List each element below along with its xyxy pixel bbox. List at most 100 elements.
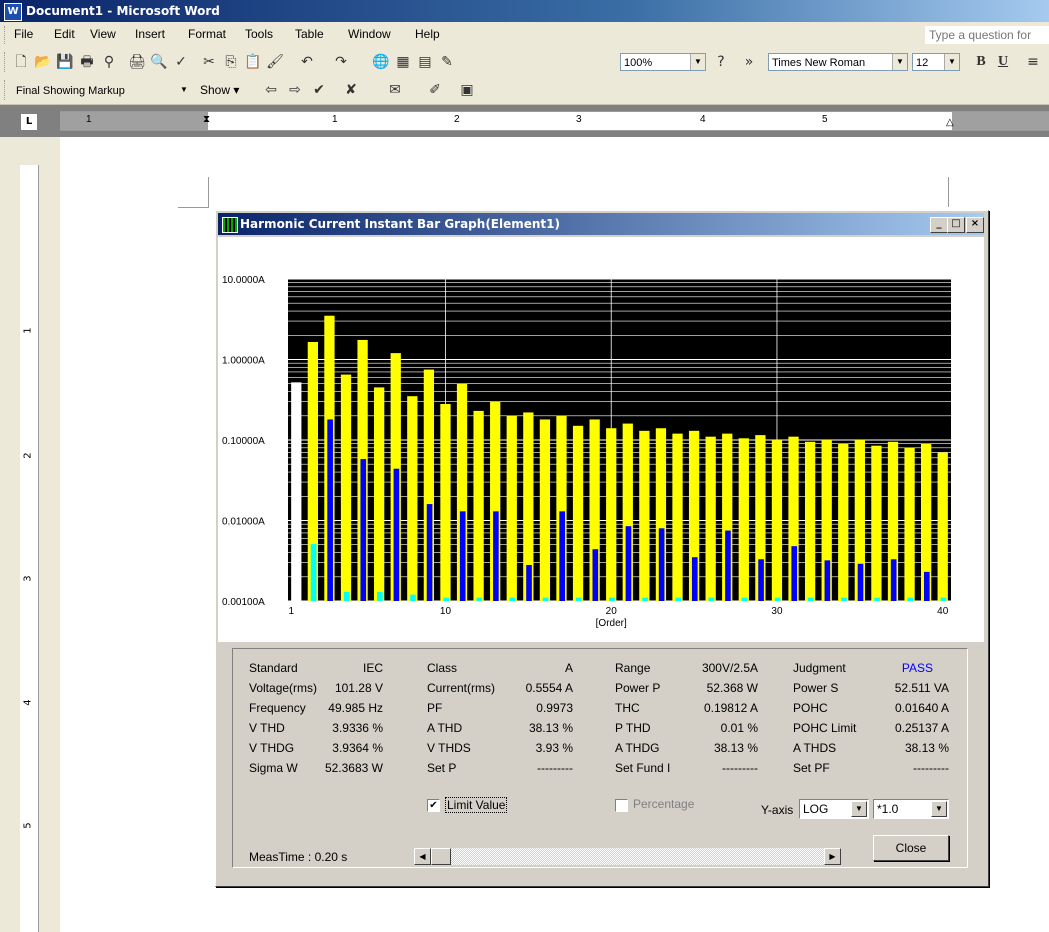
chevron-down-icon[interactable]: ▼	[892, 54, 907, 70]
vruler-number: 5	[22, 822, 34, 829]
save-icon[interactable]: 💾	[56, 53, 74, 71]
open-folder-icon[interactable]: 📂	[34, 53, 52, 71]
print-preview-icon[interactable]: 🔍	[150, 53, 168, 71]
help-icon[interactable]: ?	[712, 53, 730, 71]
limit-value-checkbox[interactable]: ✔	[427, 799, 440, 812]
research-icon[interactable]: ⚲	[100, 53, 118, 71]
format-painter-icon[interactable]: 🖌	[266, 53, 284, 71]
menu-view[interactable]: View	[90, 27, 116, 41]
menu-tools[interactable]: Tools	[245, 27, 273, 41]
horizontal-ruler[interactable]: 1 1 2 3 4 5 ⧗ △	[60, 111, 1049, 131]
percentage-checkbox[interactable]	[615, 799, 628, 812]
toolbar-grip[interactable]	[4, 80, 8, 100]
chevron-down-icon[interactable]: ▼	[944, 54, 959, 70]
menu-grip[interactable]	[4, 26, 8, 44]
bar-measured	[476, 597, 483, 601]
redo-icon[interactable]: ↷	[332, 53, 350, 71]
right-indent-icon[interactable]: △	[946, 117, 954, 128]
close-button[interactable]: Close	[873, 835, 949, 861]
bold-button[interactable]: B	[972, 53, 990, 71]
font-combo[interactable]: Times New Roman ▼	[768, 53, 908, 71]
spelling-icon[interactable]: ✓	[172, 53, 190, 71]
horizontal-scrollbar[interactable]: ◀ ▶	[413, 847, 842, 866]
font-size-combo[interactable]: 12 ▼	[912, 53, 960, 71]
toolbar-grip[interactable]	[4, 52, 8, 72]
bar-measured	[625, 526, 632, 601]
insert-table-icon[interactable]: ▤	[416, 53, 434, 71]
menu-insert[interactable]: Insert	[135, 27, 165, 41]
bar-limit	[440, 404, 451, 601]
reject-change-icon[interactable]: ✘	[342, 81, 360, 99]
chevron-down-icon[interactable]: ▼	[931, 801, 947, 817]
toolbar-options-icon[interactable]: »	[740, 53, 758, 71]
y-axis-label: Y-axis	[761, 803, 794, 817]
info-value: 101.28 V	[334, 681, 383, 695]
y-tick-label: 0.00100A	[222, 597, 265, 608]
menu-file[interactable]: File	[14, 27, 33, 41]
accept-change-icon[interactable]: ✔	[310, 81, 328, 99]
ruler-number: 1	[86, 114, 92, 125]
minimize-button[interactable]: _	[930, 217, 948, 233]
info-value: 300V/2.5A	[701, 661, 758, 675]
cut-icon[interactable]: ✂	[200, 53, 218, 71]
menu-format[interactable]: Format	[188, 27, 226, 41]
maximize-button[interactable]: □	[947, 217, 965, 233]
info-value: 0.01640 A	[894, 701, 949, 715]
bar-limit	[374, 387, 385, 601]
menu-edit[interactable]: Edit	[54, 27, 75, 41]
close-window-button[interactable]: ×	[966, 217, 984, 233]
chevron-down-icon[interactable]: ▼	[851, 801, 867, 817]
track-changes-icon[interactable]: ✐	[426, 81, 444, 99]
menu-help[interactable]: Help	[415, 27, 440, 41]
markup-view-value: Final Showing Markup	[16, 85, 125, 97]
scroll-right-icon[interactable]: ▶	[824, 848, 841, 865]
drawing-icon[interactable]: ✎	[438, 53, 456, 71]
help-question-box[interactable]: Type a question for	[925, 26, 1049, 44]
next-change-icon[interactable]: ⇨	[286, 81, 304, 99]
paste-icon[interactable]: 📋	[244, 53, 262, 71]
align-icon[interactable]: ≡	[1024, 53, 1042, 71]
permission-icon[interactable]: 🖶	[78, 53, 96, 71]
underline-button[interactable]: U	[994, 53, 1012, 71]
undo-icon[interactable]: ↶	[298, 53, 316, 71]
dialog-title-bar[interactable]: Harmonic Current Instant Bar Graph(Eleme…	[218, 213, 984, 235]
bar-limit	[804, 441, 816, 601]
tables-borders-icon[interactable]: ▦	[394, 53, 412, 71]
bar-measured	[343, 591, 350, 601]
bar-measured	[609, 597, 615, 601]
scroll-left-icon[interactable]: ◀	[414, 848, 431, 865]
scroll-thumb[interactable]	[431, 848, 451, 865]
menu-table[interactable]: Table	[295, 27, 324, 41]
info-label: POHC	[793, 701, 828, 715]
reviewing-pane-icon[interactable]: ▣	[458, 81, 476, 99]
info-label: Power S	[793, 681, 839, 695]
chevron-down-icon[interactable]: ▼	[177, 82, 191, 98]
menu-window[interactable]: Window	[348, 27, 391, 41]
bar-measured	[774, 597, 781, 601]
bar-measured	[493, 511, 499, 601]
tab-selector[interactable]: L	[20, 113, 38, 131]
info-value: 0.19812 A	[703, 701, 758, 715]
y-axis-scale-select[interactable]: LOG ▼	[799, 799, 869, 819]
vertical-ruler[interactable]: 1 2 3 4 5	[20, 165, 39, 932]
info-label: PF	[427, 701, 443, 715]
word-app-icon[interactable]: W	[4, 3, 22, 21]
bar-limit	[473, 410, 484, 601]
new-document-icon[interactable]: 🗋	[12, 53, 30, 71]
bar-limit	[771, 440, 783, 601]
bar-measured	[940, 597, 947, 601]
indent-marker-icon[interactable]: ⧗	[203, 114, 210, 125]
zoom-combo[interactable]: 100% ▼	[620, 53, 706, 71]
info-value: 3.9364 %	[332, 741, 383, 755]
y-multiplier-select[interactable]: *1.0 ▼	[873, 799, 949, 819]
print-icon[interactable]: 🖨	[128, 53, 146, 71]
previous-change-icon[interactable]: ⇦	[262, 81, 280, 99]
y-tick-label: 0.10000A	[222, 436, 265, 447]
y-tick-label: 0.01000A	[222, 517, 265, 528]
insert-comment-icon[interactable]: ✉	[386, 81, 404, 99]
hyperlink-icon[interactable]: 🌐	[372, 53, 390, 71]
show-menu[interactable]: Show ▾	[200, 83, 239, 97]
copy-icon[interactable]: ⎘	[222, 53, 240, 71]
chevron-down-icon[interactable]: ▼	[690, 54, 705, 70]
markup-view-combo[interactable]: Final Showing Markup ▼	[12, 81, 192, 99]
